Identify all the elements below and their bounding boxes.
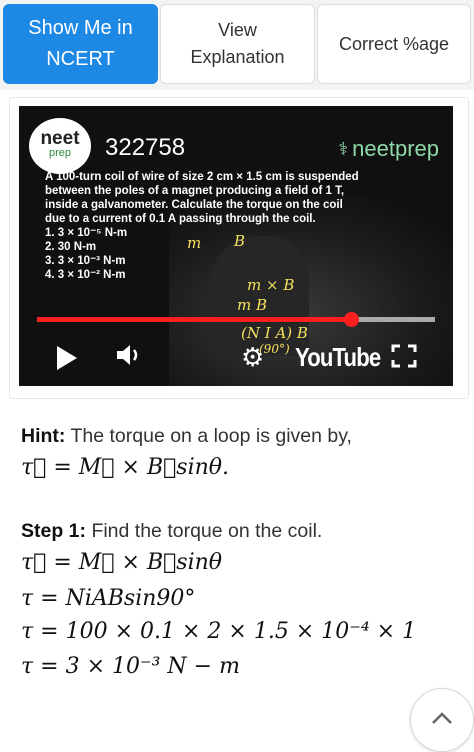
show-ncert-label-line1: Show Me in [28,17,133,39]
video-question-body: A 100-turn coil of wire of size 2 cm × 1… [45,171,359,225]
correct-percentage-button[interactable]: Correct %age [317,4,471,84]
step-1-heading: Step 1: Find the torque on the coil. [21,520,322,543]
volume-icon[interactable] [115,342,143,373]
handwriting-m: m [187,234,202,252]
youtube-logo[interactable]: YouTube [295,342,381,373]
handwriting-niab: (N I A) B [241,324,308,342]
step-1-line-2: τ = NiABsin90° [21,586,196,611]
neet-logo-sub: prep [48,147,72,159]
show-me-in-ncert-button[interactable]: Show Me in NCERT [3,4,158,84]
top-action-bar: Show Me in NCERT View Explanation Correc… [0,0,474,90]
step-1-text: Find the torque on the coil. [91,520,323,542]
fullscreen-icon[interactable] [391,344,417,373]
correct-percentage-label: Correct %age [338,33,450,54]
video-player[interactable]: neet prep 322758 ⚕ neetprep A 100-turn c… [19,106,453,386]
video-option-4: 4. 3 × 10⁻² N-m [45,269,126,281]
video-question-id: 322758 [105,134,186,161]
hint-label: Hint: [21,425,66,447]
video-option-1: 1. 3 × 10⁻⁵ N-m [45,227,128,239]
handwriting-mb: m B [237,296,268,314]
neet-logo: neet prep [29,118,91,174]
chevron-up-icon [432,712,452,724]
hint-body: The torque on a loop is given by, [70,425,352,447]
view-explanation-label-line1: View [218,20,257,40]
video-question-text: A 100-turn coil of wire of size 2 cm × 1… [45,170,365,282]
hint-formula: τ⃗ = M⃗ × B⃗sinθ. [21,455,230,480]
neetprep-brand: ⚕ neetprep [338,136,439,162]
handwriting-b: B [234,232,246,250]
video-progress-bar[interactable] [37,312,435,327]
video-option-2: 2. 30 N-m [45,241,97,253]
step-1-label: Step 1: [21,520,87,542]
step-1-line-4: τ = 3 × 10⁻³ N − m [21,654,240,679]
view-explanation-button[interactable]: View Explanation [160,4,315,84]
video-option-3: 3. 3 × 10⁻³ N-m [45,255,126,267]
gear-icon[interactable]: ⚙ [241,342,264,373]
play-icon[interactable] [57,346,77,370]
step-1-line-1: τ⃗ = M⃗ × B⃗sinθ [21,550,223,575]
step-1-line-3: τ = 100 × 0.1 × 2 × 1.5 × 10⁻⁴ × 1 [21,619,417,644]
scroll-to-top-button[interactable] [410,688,474,752]
video-progress-fill [37,317,352,322]
stethoscope-icon: ⚕ [338,138,349,159]
view-explanation-label-line2: Explanation [190,47,285,67]
show-ncert-label-line2: NCERT [46,48,115,70]
handwriting-m-cross-b: m × B [247,276,295,294]
neetprep-brand-text: neetprep [352,136,439,161]
neet-logo-text: neet [40,128,80,149]
hint-text: Hint: The torque on a loop is given by, [21,425,352,448]
